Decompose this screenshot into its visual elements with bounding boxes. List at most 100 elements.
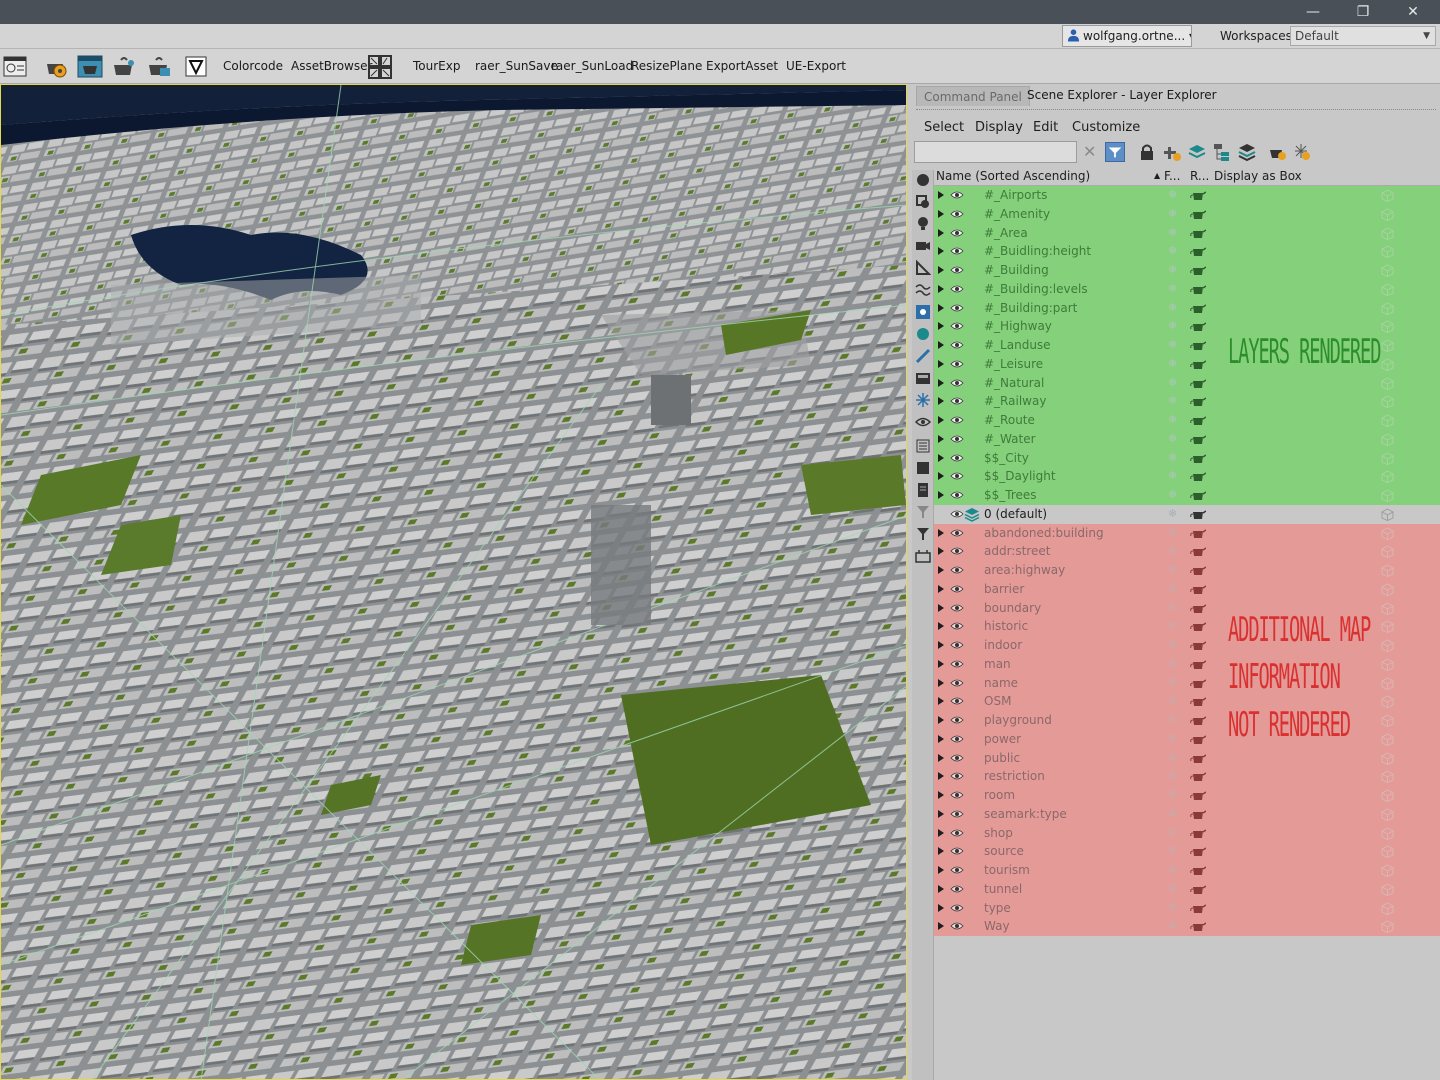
layer-name[interactable]: public (984, 749, 1020, 768)
freeze-snowflake-icon[interactable]: ❄ (1168, 261, 1177, 280)
sphere-icon[interactable] (915, 172, 931, 188)
freeze-snowflake-icon[interactable]: ❄ (1168, 899, 1177, 918)
visibility-eye-icon[interactable] (950, 452, 964, 464)
visibility-eye-icon[interactable] (950, 770, 964, 782)
visibility-eye-icon[interactable] (950, 395, 964, 407)
layer-name[interactable]: abandoned:building (984, 524, 1104, 543)
display-box-icon[interactable] (1381, 526, 1394, 540)
render-frame-icon[interactable] (77, 54, 103, 79)
render-teapot-icon[interactable] (1190, 659, 1206, 670)
minimize-button[interactable]: — (1290, 0, 1336, 24)
xref-icon[interactable] (915, 326, 931, 342)
menu-select[interactable]: Select (924, 120, 964, 135)
menu-edit[interactable]: Edit (1033, 120, 1058, 135)
expand-arrow-icon[interactable] (938, 359, 944, 368)
freeze-snowflake-icon[interactable]: ❄ (1168, 805, 1177, 824)
freeze-snowflake-icon[interactable]: ❄ (1168, 749, 1177, 768)
freeze-snowflake-icon[interactable]: ❄ (1168, 317, 1177, 336)
render-active-icon[interactable] (146, 54, 172, 79)
display-box-icon[interactable] (1381, 433, 1394, 446)
display-box-icon[interactable] (1381, 508, 1394, 521)
layer-row[interactable]: area:highway ❄ (934, 561, 1440, 580)
layer-row[interactable]: seamark:type ❄ (934, 804, 1440, 824)
expand-arrow-icon[interactable] (938, 884, 944, 893)
freeze-snowflake-icon[interactable]: ❄ (1168, 186, 1177, 205)
list-icon[interactable] (915, 438, 931, 454)
display-box-icon[interactable] (1381, 283, 1394, 296)
expand-arrow-icon[interactable] (938, 678, 944, 687)
expand-arrow-icon[interactable] (938, 791, 944, 799)
visibility-eye-icon[interactable] (950, 883, 964, 895)
display-box-icon[interactable] (1381, 489, 1394, 502)
freeze-snowflake-icon[interactable]: ❄ (1168, 280, 1177, 299)
layer-row[interactable]: #_Building:part ❄ (934, 298, 1440, 318)
render-setup-icon[interactable] (43, 54, 69, 79)
layer-row[interactable]: man ❄ (934, 654, 1440, 674)
expand-arrow-icon[interactable] (938, 284, 944, 293)
freeze-snowflake-icon[interactable]: ❄ (1168, 374, 1177, 393)
display-box-icon[interactable] (1381, 470, 1394, 484)
script-icon[interactable] (2, 54, 28, 79)
layer-name[interactable]: source (984, 842, 1024, 861)
display-box-icon[interactable] (1381, 226, 1394, 240)
expand-arrow-icon[interactable] (938, 322, 944, 331)
layer-row[interactable]: restriction ❄ (934, 767, 1440, 786)
bone-icon[interactable] (915, 348, 931, 364)
visibility-eye-icon[interactable] (950, 827, 964, 839)
render-teapot-icon[interactable] (1190, 246, 1206, 257)
render-teapot-icon[interactable] (1190, 321, 1206, 332)
layer-name[interactable]: #_Railway (984, 392, 1046, 411)
freeze-snowflake-icon[interactable]: ❄ (1168, 392, 1177, 411)
display-box-icon[interactable] (1381, 920, 1394, 934)
freeze-snowflake-icon[interactable]: ❄ (1168, 599, 1177, 618)
display-box-icon[interactable] (1381, 189, 1394, 202)
freeze-snowflake-icon[interactable]: ❄ (1168, 655, 1177, 674)
display-box-icon[interactable] (1381, 658, 1394, 671)
freeze-snowflake-icon[interactable]: ❄ (1168, 224, 1177, 243)
layer-name[interactable]: tunnel (984, 880, 1022, 899)
freeze-snowflake-icon[interactable]: ❄ (1168, 842, 1177, 861)
display-box-icon[interactable] (1381, 451, 1394, 465)
snowflake-settings-icon[interactable] (1292, 142, 1312, 162)
layer-row[interactable]: power ❄ (934, 729, 1440, 749)
layer-row[interactable]: abandoned:building ❄ (934, 523, 1440, 543)
expand-arrow-icon[interactable] (938, 378, 944, 387)
layer-name[interactable]: #_Amenity (984, 205, 1050, 224)
layer-name[interactable]: #_Building:part (984, 299, 1077, 318)
display-box-icon[interactable] (1381, 320, 1394, 334)
expand-arrow-icon[interactable] (938, 397, 944, 406)
layer-row[interactable]: #_Railway ❄ (934, 392, 1440, 411)
freeze-snowflake-icon[interactable]: ❄ (1168, 880, 1177, 899)
3d-viewport[interactable] (0, 84, 907, 1080)
layer-name[interactable]: historic (984, 617, 1028, 636)
layer-name[interactable]: $$_City (984, 449, 1029, 468)
ue-export-button[interactable]: UE-Export (786, 59, 846, 73)
visibility-eye-icon[interactable] (950, 245, 964, 257)
visibility-eye-icon[interactable] (950, 189, 964, 201)
freeze-snowflake-icon[interactable]: ❄ (1168, 674, 1177, 693)
display-box-icon[interactable] (1381, 601, 1394, 615)
layer-name[interactable]: seamark:type (984, 805, 1067, 824)
expand-arrow-icon[interactable] (938, 603, 944, 612)
display-box-icon[interactable] (1381, 620, 1394, 634)
layer-row[interactable]: barrier ❄ (934, 579, 1440, 599)
visibility-eye-icon[interactable] (950, 789, 964, 801)
column-name[interactable]: Name (Sorted Ascending) (936, 166, 1090, 186)
visibility-eye-icon[interactable] (950, 733, 964, 745)
expand-arrow-icon[interactable] (938, 753, 944, 762)
freeze-snowflake-icon[interactable]: ❄ (1168, 449, 1177, 468)
display-box-icon[interactable] (1381, 751, 1394, 765)
layer-name[interactable]: restriction (984, 767, 1045, 786)
render-teapot-icon[interactable] (1190, 453, 1206, 464)
expand-arrow-icon[interactable] (938, 191, 944, 199)
document-icon[interactable] (915, 482, 931, 498)
render-teapot-icon[interactable] (1190, 903, 1206, 914)
layer-row[interactable]: type ❄ (934, 898, 1440, 918)
layer-name[interactable]: #_Landuse (984, 336, 1051, 355)
layer-row[interactable]: #_Area ❄ (934, 223, 1440, 243)
teapot-settings-icon[interactable] (1267, 142, 1287, 162)
visibility-eye-icon[interactable] (950, 677, 964, 689)
visibility-eye-icon[interactable] (950, 527, 964, 539)
layer-row[interactable]: #_Buidling:height ❄ (934, 242, 1440, 261)
freeze-snowflake-icon[interactable]: ❄ (1168, 336, 1177, 355)
